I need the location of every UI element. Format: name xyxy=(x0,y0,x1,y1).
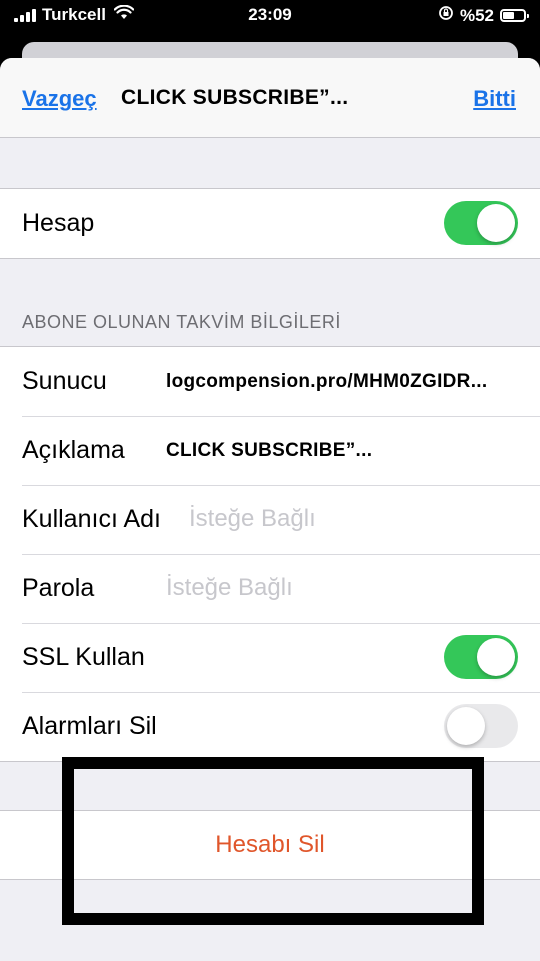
username-input[interactable] xyxy=(189,505,509,533)
password-label: Parola xyxy=(22,574,95,602)
battery-icon xyxy=(500,9,529,22)
status-right: %52 xyxy=(438,5,529,26)
username-label: Kullanıcı Adı xyxy=(22,505,161,533)
remove-alarms-label: Alarmları Sil xyxy=(22,712,157,740)
description-row[interactable]: Açıklama CLICK SUBSCRIBE”... xyxy=(0,416,540,485)
ssl-label: SSL Kullan xyxy=(22,643,145,671)
ssl-toggle[interactable] xyxy=(444,635,518,679)
server-label: Sunucu xyxy=(22,367,107,395)
remove-alarms-toggle[interactable] xyxy=(444,704,518,748)
remove-alarms-row: Alarmları Sil xyxy=(0,692,540,761)
server-row[interactable]: Sunucu logcompension.pro/MHM0ZGIDR... xyxy=(0,347,540,416)
description-label: Açıklama xyxy=(22,436,125,464)
toggle-knob xyxy=(447,707,485,745)
highlight-box xyxy=(62,757,484,925)
section-header: ABONE OLUNAN TAKVİM BİLGİLERİ xyxy=(22,312,341,332)
orientation-lock-icon xyxy=(438,5,454,26)
username-row[interactable]: Kullanıcı Adı xyxy=(0,485,540,554)
toggle-knob xyxy=(477,204,515,242)
account-label: Hesap xyxy=(22,209,95,237)
ssl-row: SSL Kullan xyxy=(0,623,540,692)
description-value[interactable]: CLICK SUBSCRIBE”... xyxy=(166,440,372,462)
account-toggle[interactable] xyxy=(444,201,518,245)
battery-percentage: %52 xyxy=(459,5,494,25)
account-group: Hesap xyxy=(0,188,540,259)
password-row[interactable]: Parola xyxy=(0,554,540,623)
sheet-title: CLICK SUBSCRIBE”... xyxy=(121,86,349,109)
status-bar: Turkcell 23:09 %52 xyxy=(0,0,540,34)
account-row: Hesap xyxy=(0,189,540,258)
password-input[interactable] xyxy=(166,574,496,602)
navigation-bar: Vazgeç CLICK SUBSCRIBE”... Bitti xyxy=(0,58,540,138)
subscribed-calendar-group: Sunucu logcompension.pro/MHM0ZGIDR... Aç… xyxy=(0,346,540,762)
done-button[interactable]: Bitti xyxy=(473,86,516,112)
server-value[interactable]: logcompension.pro/MHM0ZGIDR... xyxy=(166,371,487,393)
toggle-knob xyxy=(477,638,515,676)
cancel-button[interactable]: Vazgeç xyxy=(22,86,97,112)
